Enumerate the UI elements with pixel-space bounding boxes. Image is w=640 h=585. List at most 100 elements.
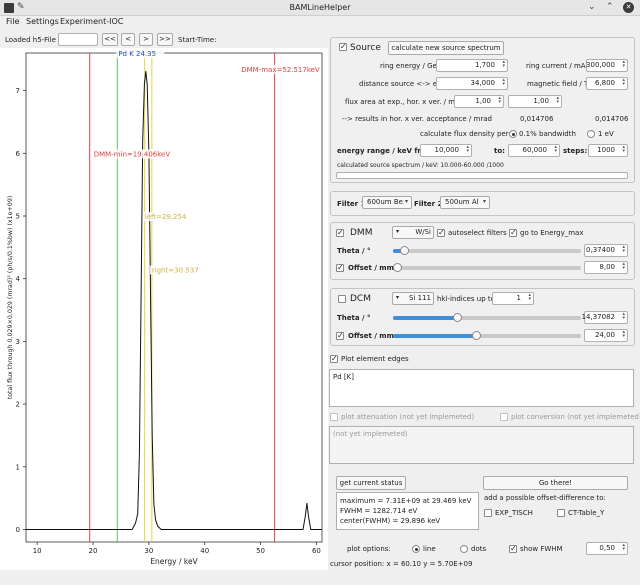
energy-from-input[interactable]: 10,000 ▴ ▾ — [420, 144, 472, 157]
dcm-offset-checkbox[interactable] — [336, 331, 344, 340]
calc-source-button[interactable]: calculate new source spectrum — [388, 41, 504, 55]
dmm-theta-input[interactable]: 0,37400 ▴ ▾ — [584, 244, 628, 257]
spinner-arrows-icon[interactable]: ▴ ▾ — [502, 78, 505, 87]
status-info-box: maximum = 7.31E+09 at 29.469 keV FWHM = … — [336, 492, 479, 530]
plot-attenuation-label: plot attenuation (not yet implemeted) — [341, 413, 475, 421]
spinner-arrows-icon[interactable]: ▴ ▾ — [622, 262, 625, 271]
dcm-theta-slider[interactable] — [393, 313, 581, 322]
filter2-select[interactable]: 500um Al ▾ — [440, 196, 490, 209]
filter1-select[interactable]: 600um Be ▾ — [362, 196, 412, 209]
go-there-button[interactable]: Go there! — [483, 476, 628, 490]
last-button[interactable]: >> — [157, 33, 173, 46]
line-radio-label: line — [423, 545, 436, 553]
dcm-theta-input[interactable]: 14,37082 ▴ ▾ — [582, 311, 628, 324]
spinner-arrows-icon[interactable]: ▴ ▾ — [466, 145, 469, 154]
menu-experiment-ioc[interactable]: Experiment-IOC — [60, 17, 123, 26]
spinner-arrows-icon[interactable]: ▴ ▾ — [528, 293, 531, 302]
plot-conversion-label: plot conversion (not yet implemeted) — [511, 413, 640, 421]
dmm-theta-slider[interactable] — [393, 246, 581, 255]
attenuation-textarea[interactable]: (not yet implemeted) — [329, 426, 634, 464]
exp-tisch-checkbox[interactable] — [484, 509, 492, 517]
dcm-offset-slider[interactable] — [393, 331, 581, 340]
spinner-arrows-icon[interactable]: ▴ ▾ — [622, 245, 625, 254]
dmm-offset-checkbox[interactable] — [336, 263, 344, 272]
dmm-checkbox[interactable] — [336, 228, 344, 237]
menu-file[interactable]: File — [6, 17, 19, 26]
fwhm-value-input[interactable]: 0,50 ▴ ▾ — [586, 542, 628, 555]
exp-tisch-label: EXP_TISCH — [495, 509, 533, 517]
energy-to-input[interactable]: 60,000 ▴ ▾ — [508, 144, 560, 157]
offset-difference-label: add a possible offset-difference to: — [484, 494, 606, 502]
source-checkbox[interactable] — [339, 42, 347, 51]
spinner-arrows-icon[interactable]: ▴ ▾ — [554, 145, 557, 154]
cursor-position-label: cursor position: x = 60.10 y = 5.70E+09 — [330, 560, 473, 568]
dmm-offset-input[interactable]: 8,00 ▴ ▾ — [584, 261, 628, 274]
dmm-offset-handle[interactable] — [392, 263, 402, 272]
plot-background — [0, 48, 328, 570]
dcm-checkbox[interactable] — [338, 295, 346, 303]
dcm-theta-handle[interactable] — [452, 313, 462, 322]
hkl-label: hkl-indices up to — [437, 295, 495, 303]
hkl-input[interactable]: 1 ▴ ▾ — [492, 292, 534, 305]
plot-edges-checkbox[interactable] — [330, 354, 338, 363]
steps-input[interactable]: 1000 ▴ ▾ — [588, 144, 628, 157]
menu-settings[interactable]: Settings — [26, 17, 59, 26]
chevron-down-icon: ▾ — [396, 294, 400, 301]
dcm-offset-label: Offset / mm — [348, 332, 394, 340]
minimize-icon[interactable]: ⌄ — [588, 2, 596, 12]
dots-radio[interactable] — [460, 545, 468, 553]
goto-energy-label: go to Energy_max — [520, 229, 584, 237]
loaded-file-input[interactable] — [58, 33, 98, 46]
spectrum-info-label: calculated source spectrum / keV: 10.000… — [337, 162, 504, 169]
dcm-crystal-select[interactable]: ▾ Si 111 — [392, 292, 434, 305]
x-tick-label: 60 — [312, 547, 321, 555]
spinner-arrows-icon[interactable]: ▴ ▾ — [622, 145, 625, 154]
next-button[interactable]: > — [139, 33, 153, 46]
first-button[interactable]: << — [102, 33, 118, 46]
flux-v-input[interactable]: 1,00 ▴ ▾ — [508, 95, 562, 108]
ev-radio[interactable] — [587, 130, 595, 138]
y-tick-label: 2 — [16, 401, 20, 409]
spinner-arrows-icon[interactable]: ▴ ▾ — [622, 330, 625, 339]
dmm-offset-slider[interactable] — [392, 263, 581, 272]
spinner-arrows-icon[interactable]: ▴ ▾ — [622, 312, 625, 321]
maximize-icon[interactable]: ⌃ — [606, 2, 614, 12]
dmm-theta-label: Theta / ° — [337, 247, 371, 255]
prev-button[interactable]: < — [121, 33, 135, 46]
spinner-arrows-icon[interactable]: ▴ ▾ — [622, 543, 625, 552]
dmm-material-select[interactable]: ▾ W/Si — [392, 226, 434, 239]
y-axis-label: total flux through 0.029×0.029 (mrad)² (… — [7, 196, 14, 400]
dcm-theta-fill — [393, 316, 457, 320]
close-icon[interactable]: ✕ — [623, 2, 634, 13]
bandwidth-radio[interactable] — [509, 130, 517, 138]
spinner-arrows-icon[interactable]: ▴ ▾ — [622, 78, 625, 87]
loaded-file-label: Loaded h5-File — [5, 36, 56, 44]
ring-current-input[interactable]: 300,000 ▴ ▾ — [586, 59, 628, 72]
get-status-button[interactable]: get current status — [336, 476, 406, 490]
autoselect-checkbox[interactable] — [437, 228, 445, 237]
spinner-arrows-icon[interactable]: ▴ ▾ — [622, 60, 625, 69]
dcm-offset-input[interactable]: 24,00 ▴ ▾ — [584, 329, 628, 342]
dcm-offset-handle[interactable] — [471, 331, 481, 340]
window-title: BAMLineHelper — [289, 3, 351, 12]
spinner-arrows-icon[interactable]: ▴ ▾ — [502, 60, 505, 69]
ring-energy-input[interactable]: 1,700 ▴ ▾ — [436, 59, 508, 72]
line-radio[interactable] — [412, 545, 420, 553]
spectrum-chart[interactable]: 10 20 30 40 50 60 0 1 2 3 4 5 6 7 Energy / keV total fl… — [0, 48, 328, 570]
source-label: Source — [350, 43, 381, 53]
distance-input[interactable]: 34,000 ▴ ▾ — [436, 77, 508, 90]
elements-textarea[interactable]: Pd [K] — [329, 369, 634, 407]
plot-attenuation-checkbox[interactable] — [330, 413, 338, 421]
field-input[interactable]: 6,800 ▴ ▾ — [586, 77, 628, 90]
ct-table-checkbox[interactable] — [557, 509, 565, 517]
flux-h-input[interactable]: 1,00 ▴ ▾ — [454, 95, 504, 108]
goto-energy-checkbox[interactable] — [509, 228, 517, 237]
plot-options-label: plot options: — [347, 545, 391, 553]
spinner-arrows-icon[interactable]: ▴ ▾ — [556, 96, 559, 105]
x-tick-label: 10 — [33, 547, 42, 555]
dcm-crystal-value: Si 111 — [409, 294, 431, 302]
plot-conversion-checkbox[interactable] — [500, 413, 508, 421]
marker-label: DMM-min=19.406keV — [94, 150, 171, 158]
show-fwhm-checkbox[interactable] — [509, 544, 517, 553]
spinner-arrows-icon[interactable]: ▴ ▾ — [498, 96, 501, 105]
